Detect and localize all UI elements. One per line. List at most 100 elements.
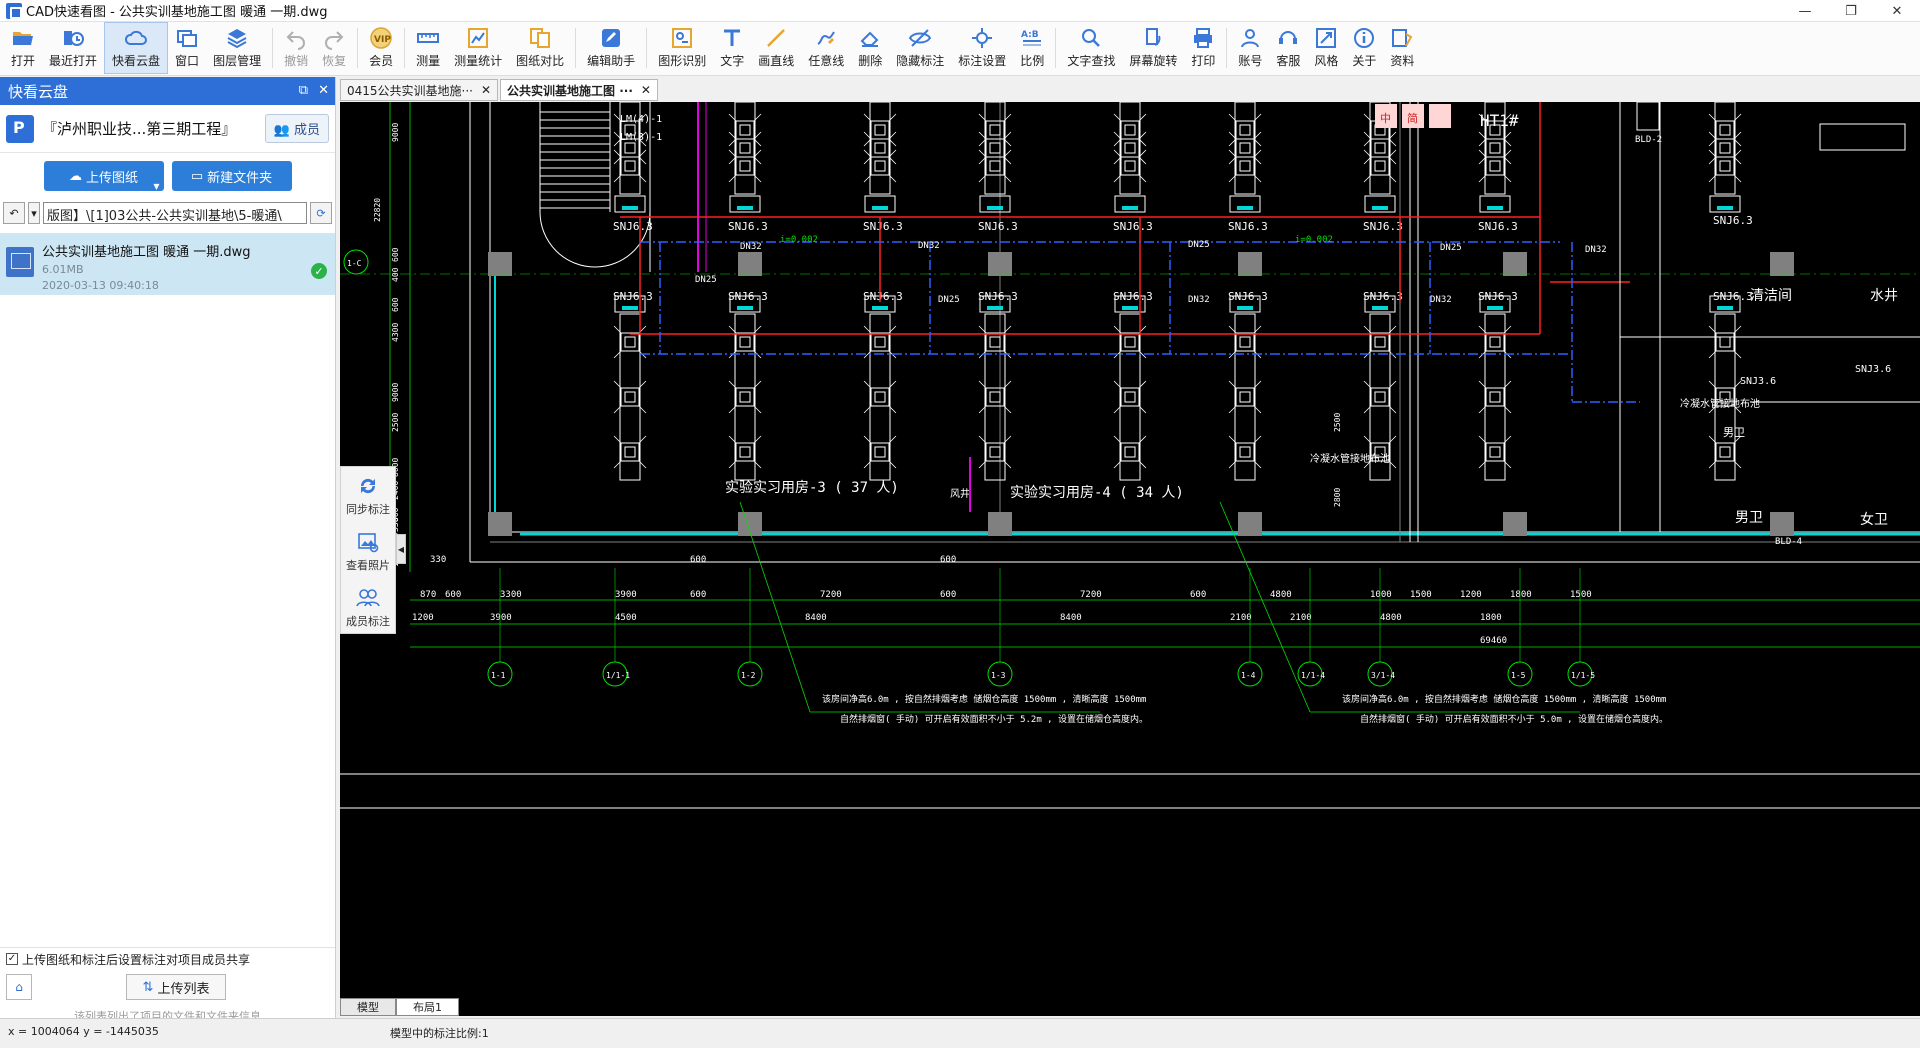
toolbar-separator: [357, 28, 359, 68]
home-button[interactable]: ⌂: [6, 974, 32, 1000]
minimize-button[interactable]: —: [1782, 0, 1828, 22]
toolbar-label: 删除: [858, 54, 883, 68]
path-input[interactable]: 版图】\[1]03公共-公共实训基地\5-暖通\: [43, 202, 307, 224]
project-row[interactable]: 『泸州职业技...第三期工程』 👥 成员: [0, 105, 335, 153]
dimension-label: 600: [1190, 590, 1206, 600]
close-button[interactable]: ✕: [1874, 0, 1920, 22]
close-tab-icon[interactable]: ✕: [641, 83, 651, 97]
rotate-screen-button[interactable]: 屏幕旋转: [1122, 22, 1184, 74]
cad-drawing[interactable]: LM(4)-1LM(3)-1SNJ6.3 SNJ6.3 SNJ6.3 SNJ6.3 SN…: [340, 102, 1920, 1016]
document-tabs: 0415公共实训基地施··· ✕ 公共实训基地施工图 ··· ✕: [340, 79, 1920, 101]
undock-icon[interactable]: ⧉: [299, 83, 308, 98]
dimension-label: 7200: [820, 590, 842, 600]
toolbar-separator: [646, 28, 648, 68]
tab-drawing-0415[interactable]: 0415公共实训基地施··· ✕: [340, 79, 499, 101]
compare-button[interactable]: 图纸对比: [509, 22, 571, 74]
undo-button[interactable]: 撤销: [277, 22, 315, 74]
hide-annotation-icon: [908, 27, 932, 49]
toolbar-separator: [404, 28, 406, 68]
recent-icon: [61, 27, 85, 49]
recent-button[interactable]: 最近打开: [42, 22, 104, 74]
measure-stats-button[interactable]: 测量统计: [447, 22, 509, 74]
tab-layout1[interactable]: 布局1: [396, 998, 459, 1016]
diffuser: [985, 332, 1005, 352]
eraser-button[interactable]: 删除: [851, 22, 889, 74]
fan-coil-label: SNJ6.3: [978, 290, 1018, 303]
measure-button[interactable]: 测量: [409, 22, 447, 74]
toolbar-label: 最近打开: [49, 54, 98, 68]
toolbar-label: 编辑助手: [587, 54, 636, 68]
member-annotation-button[interactable]: 成员标注: [341, 579, 395, 635]
toolbar-label: 窗口: [175, 54, 200, 68]
account-button[interactable]: 账号: [1231, 22, 1269, 74]
grid-bubble-label: 1-4: [1241, 671, 1256, 680]
upload-list-button[interactable]: ⇅ 上传列表: [126, 974, 226, 1000]
close-panel-icon[interactable]: ✕: [318, 83, 329, 98]
view-photos-button[interactable]: 查看照片: [341, 523, 395, 579]
annotation-settings-button[interactable]: 标注设置: [951, 22, 1013, 74]
file-size: 6.01MB: [42, 263, 84, 276]
diffuser-inner: [1124, 124, 1136, 136]
fan-coil-label: SNJ6.3: [613, 290, 653, 303]
dimension-label: 400: [391, 267, 400, 282]
sync-annotation-button[interactable]: 同步标注: [341, 467, 395, 523]
toolbar-label: 撤销: [284, 54, 309, 68]
cloud-button[interactable]: 快看云盘: [104, 22, 169, 74]
freehand-button[interactable]: 任意线: [801, 22, 851, 74]
upload-list-label: 上传列表: [157, 981, 210, 997]
diffuser: [985, 387, 1005, 407]
smoke-exhaust-note: 该房间净高6.0m , 按自然排烟考虑 储烟仓高度 1500mm , 清晰高度 …: [1342, 693, 1666, 705]
back-icon[interactable]: ↶: [3, 202, 25, 224]
folder-open-button[interactable]: 打开: [4, 22, 42, 74]
structural-column: [738, 252, 762, 276]
fan-coil-label: SNJ6.3: [1713, 214, 1753, 227]
line-button[interactable]: 画直线: [751, 22, 801, 74]
hide-annotation-button[interactable]: 隐藏标注: [889, 22, 951, 74]
drawing-canvas[interactable]: LM(4)-1 LM(3)-1 SNJ6.3 SNJ6.3 SNJ6.3 SNJ6.3 SN…: [340, 102, 1920, 1016]
language-tag: [1429, 104, 1451, 128]
fan-coil-label: SNJ6.3: [1113, 220, 1153, 233]
upload-drawing-button[interactable]: ☁ 上传图纸 ▼: [43, 161, 164, 191]
diffuser: [1235, 156, 1255, 176]
members-button[interactable]: 👥 成员: [264, 114, 329, 143]
duct: [1484, 313, 1506, 481]
dimension-label: 9000: [391, 383, 400, 402]
layers-button[interactable]: 图层管理: [206, 22, 268, 74]
redo-button[interactable]: 恢复: [315, 22, 353, 74]
edit-assistant-button[interactable]: 编辑助手: [580, 22, 642, 74]
view-photos-label: 查看照片: [346, 558, 390, 572]
upload-dropdown-icon[interactable]: ▼: [153, 182, 159, 191]
style-button[interactable]: 风格: [1307, 22, 1345, 74]
text-search-button[interactable]: 文字查找: [1060, 22, 1122, 74]
room-label: BLD-2: [1635, 135, 1662, 145]
file-list-item[interactable]: 公共实训基地施工图 暖通 一期.dwg 6.01MB 2020-03-13 09…: [0, 233, 335, 295]
new-folder-button[interactable]: ▭ 新建文件夹: [171, 161, 292, 191]
history-dropdown-icon[interactable]: ▾: [28, 202, 40, 224]
structural-column: [1770, 252, 1794, 276]
pipe-size-label: DN25: [1440, 243, 1462, 253]
about-button[interactable]: 关于: [1345, 22, 1383, 74]
share-checkbox[interactable]: ✓: [6, 953, 18, 965]
close-tab-icon[interactable]: ✕: [481, 83, 491, 97]
support-button[interactable]: 客服: [1269, 22, 1307, 74]
shape-recognize-button[interactable]: 图形识别: [651, 22, 713, 74]
scale-button[interactable]: A:B 比例: [1013, 22, 1051, 74]
resources-button[interactable]: 资料: [1383, 22, 1421, 74]
share-option[interactable]: ✓ 上传图纸和标注后设置标注对项目成员共享: [0, 948, 335, 970]
annotation-scale: 模型中的标注比例:1: [390, 1027, 489, 1040]
pipe-slope-label: i=0.002: [1295, 235, 1333, 245]
tab-drawing-current[interactable]: 公共实训基地施工图 ··· ✕: [500, 79, 658, 101]
diffuser: [620, 156, 640, 176]
tab-model[interactable]: 模型: [340, 998, 396, 1016]
maximize-button[interactable]: ❐: [1828, 0, 1874, 22]
window-button[interactable]: 窗口: [168, 22, 206, 74]
collapse-side-toolbar-icon[interactable]: ◀: [396, 534, 406, 564]
diffuser: [870, 442, 890, 462]
print-button[interactable]: 打印: [1184, 22, 1222, 74]
structural-column: [1238, 512, 1262, 536]
refresh-icon[interactable]: ⟳: [310, 202, 332, 224]
fan-coil-connector: [737, 206, 753, 210]
vip-button[interactable]: VIP 会员: [362, 22, 400, 74]
text-button[interactable]: 文字: [713, 22, 751, 74]
diffuser-inner: [1239, 446, 1251, 458]
